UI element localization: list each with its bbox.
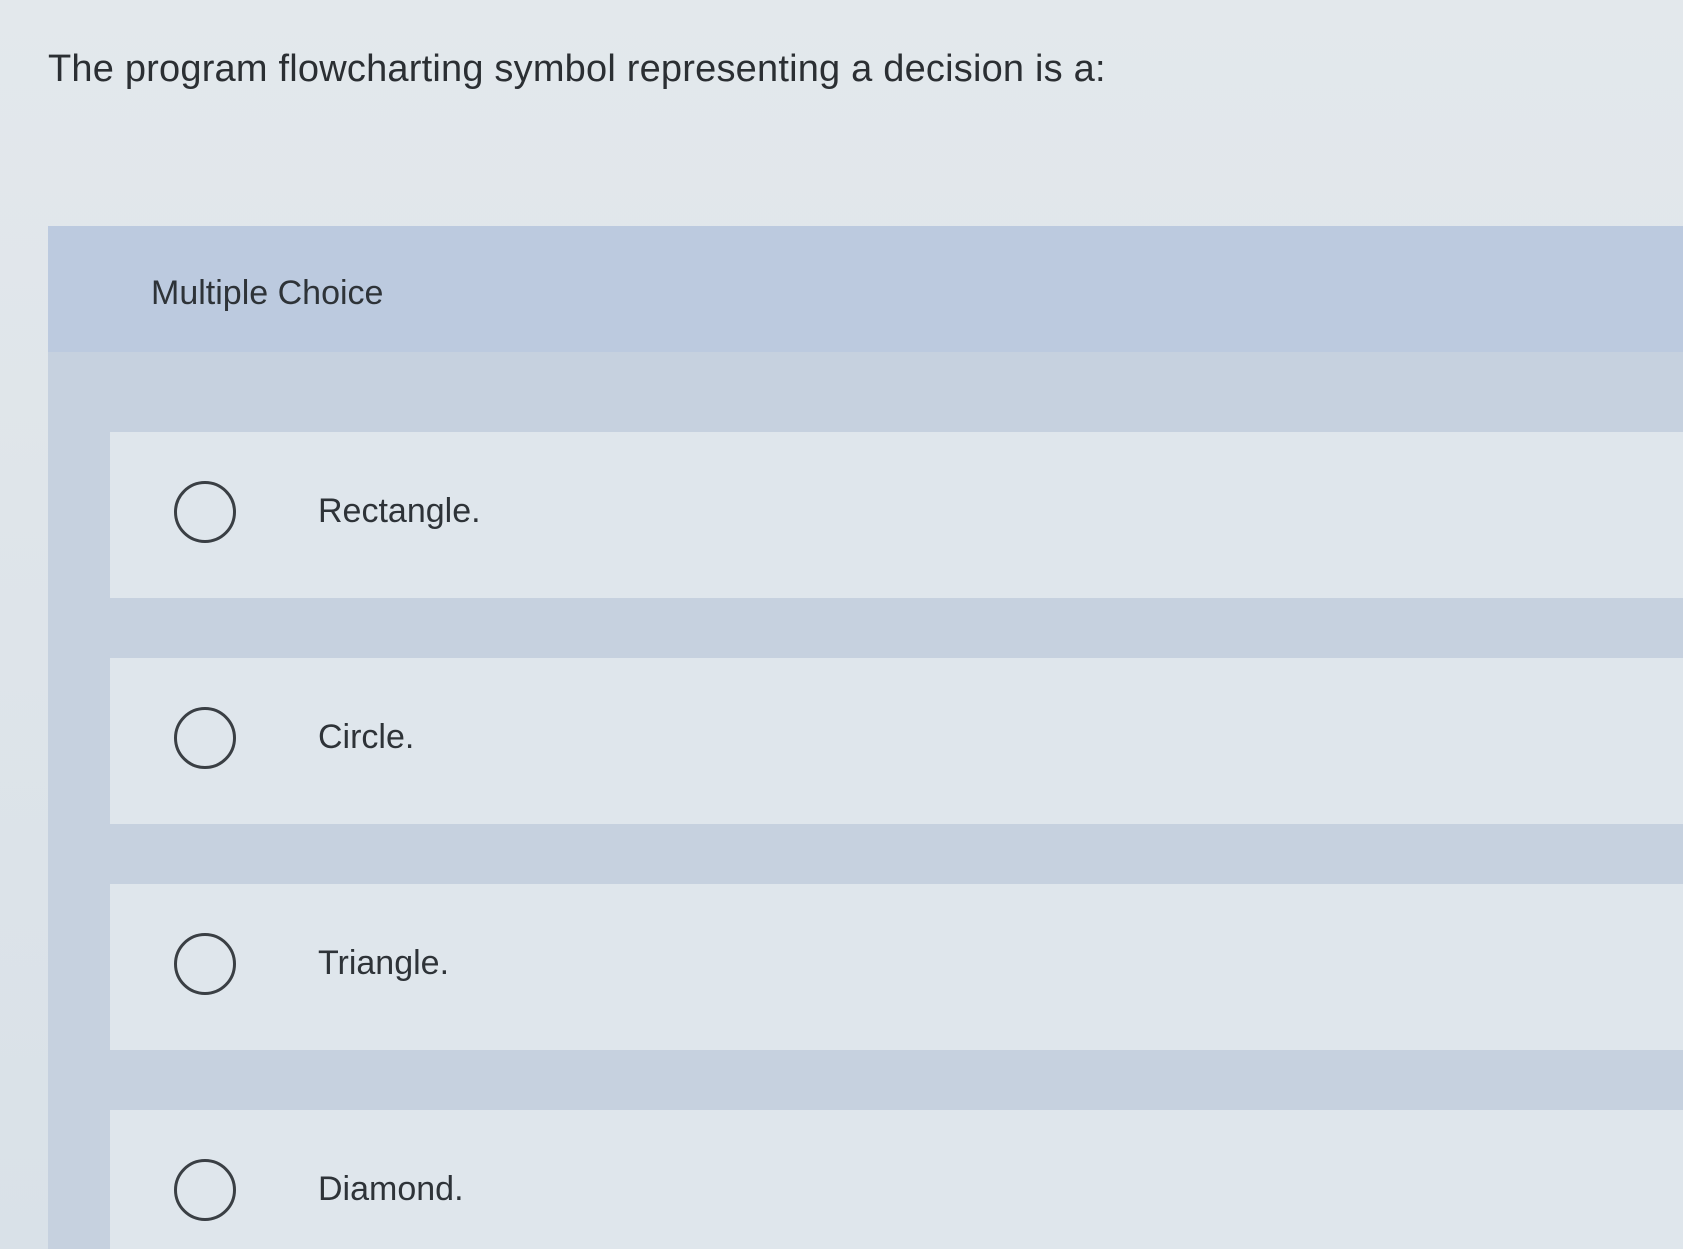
answer-option-rectangle[interactable]: Rectangle. <box>110 432 1683 598</box>
radio-button-circle[interactable] <box>174 707 236 769</box>
answer-option-circle[interactable]: Circle. <box>110 658 1683 824</box>
quiz-page: The program flowcharting symbol represen… <box>0 0 1683 1249</box>
answer-option-label: Diamond. <box>318 1170 464 1208</box>
answer-options: Rectangle. Circle. Triangle. Diamond. <box>110 432 1683 1249</box>
answer-option-label: Rectangle. <box>318 492 481 530</box>
answer-option-triangle[interactable]: Triangle. <box>110 884 1683 1050</box>
multiple-choice-header: Multiple Choice <box>48 226 1683 352</box>
answer-option-label: Triangle. <box>318 944 450 982</box>
answer-option-diamond[interactable]: Diamond. <box>110 1110 1683 1249</box>
radio-button-rectangle[interactable] <box>174 481 236 543</box>
multiple-choice-label: Multiple Choice <box>151 274 384 312</box>
radio-button-diamond[interactable] <box>174 1159 236 1221</box>
answer-option-label: Circle. <box>318 718 415 756</box>
radio-button-triangle[interactable] <box>174 933 236 995</box>
question-prompt: The program flowcharting symbol represen… <box>48 48 1106 90</box>
